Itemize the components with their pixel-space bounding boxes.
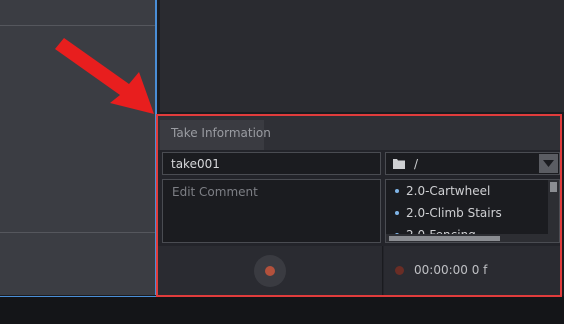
vertical-scrollbar[interactable] xyxy=(548,180,559,242)
panel-divider xyxy=(0,25,155,26)
list-item[interactable]: 2.0-Cartwheel xyxy=(395,184,490,198)
bottom-strip xyxy=(0,296,564,324)
record-icon xyxy=(265,266,275,276)
bullet-icon xyxy=(395,210,399,215)
motion-list[interactable]: 2.0-Cartwheel 2.0-Climb Stairs 2.0-Fenci… xyxy=(385,179,560,243)
timecode-area: 00:00:00 0 f xyxy=(384,246,560,295)
viewport-area xyxy=(160,0,564,112)
path-text: / xyxy=(414,157,419,171)
bullet-icon xyxy=(395,188,399,193)
panel-title: Take Information xyxy=(171,126,271,140)
timecode: 00:00:00 0 f xyxy=(414,263,488,277)
comment-field[interactable] xyxy=(162,179,381,243)
panel-header: Take Information xyxy=(158,116,560,150)
path-selector[interactable]: / xyxy=(385,152,560,175)
take-name-field[interactable] xyxy=(162,152,381,175)
horizontal-scrollbar[interactable] xyxy=(386,234,549,242)
scrollbar-thumb[interactable] xyxy=(550,182,557,192)
status-led-icon xyxy=(395,266,404,275)
take-information-panel: Take Information / 2.0-Cartwheel 2.0-Cli… xyxy=(156,114,562,297)
red-arrow-icon xyxy=(55,38,154,114)
panel-divider xyxy=(0,232,155,233)
record-area xyxy=(158,246,383,295)
folder-icon xyxy=(393,159,405,169)
list-item[interactable]: 2.0-Climb Stairs xyxy=(395,206,502,220)
scrollbar-thumb[interactable] xyxy=(389,236,500,241)
chevron-down-icon xyxy=(543,160,554,167)
record-button[interactable] xyxy=(254,255,286,287)
comment-input[interactable] xyxy=(163,180,380,242)
take-name-input[interactable] xyxy=(163,153,380,175)
path-dropdown-button[interactable] xyxy=(539,154,558,173)
